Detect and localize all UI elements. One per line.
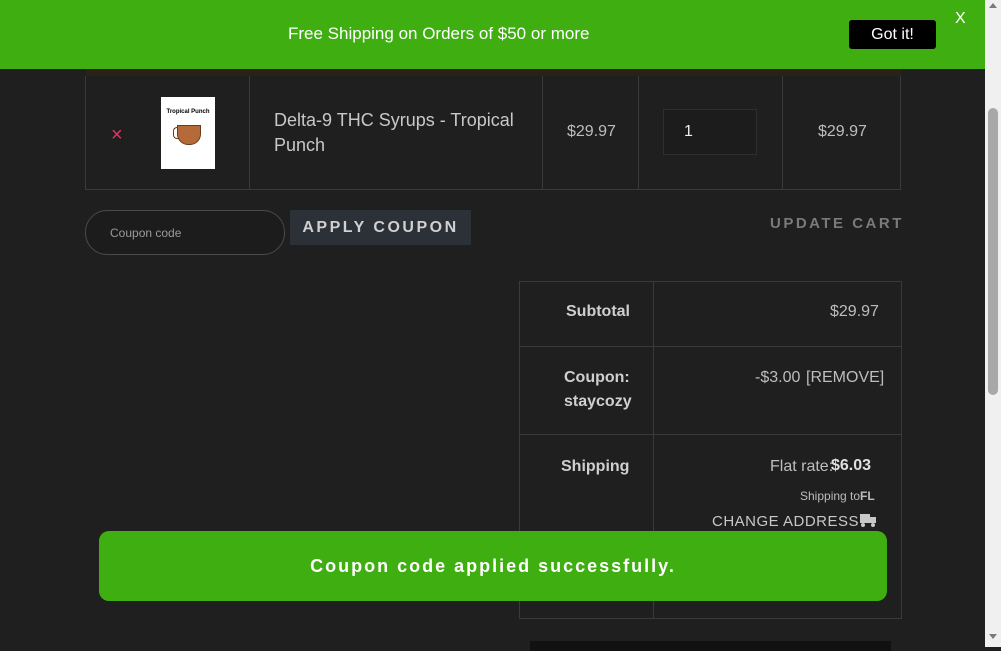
product-name-link[interactable]: Delta-9 THC Syrups - Tropical Punch bbox=[274, 108, 514, 158]
remove-coupon-link[interactable]: [REMOVE] bbox=[806, 369, 884, 387]
scrollbar-thumb[interactable] bbox=[988, 108, 998, 395]
got-it-button[interactable]: Got it! bbox=[849, 20, 936, 49]
punch-cup-icon bbox=[177, 125, 201, 145]
scroll-up-arrow-icon[interactable] bbox=[989, 3, 997, 8]
item-subtotal: $29.97 bbox=[818, 123, 867, 140]
coupon-success-toast: Coupon code applied successfully. bbox=[99, 531, 887, 601]
product-thumbnail[interactable]: Tropical Punch bbox=[161, 97, 215, 169]
item-price: $29.97 bbox=[567, 123, 616, 140]
toast-message: Coupon code applied successfully. bbox=[310, 555, 676, 576]
promo-banner-text: Free Shipping on Orders of $50 or more bbox=[288, 24, 590, 43]
shipping-to-prefix: Shipping to bbox=[800, 489, 861, 503]
shipping-rate-value: $6.03 bbox=[831, 457, 872, 474]
update-cart-button[interactable]: UPDATE CART bbox=[770, 215, 904, 232]
change-address-link[interactable]: CHANGE ADDRESS bbox=[712, 513, 859, 530]
shipping-to-state: FL bbox=[860, 489, 875, 503]
totals-row-divider bbox=[520, 346, 901, 347]
thumbnail-label: Tropical Punch bbox=[166, 109, 210, 115]
apply-coupon-button[interactable]: APPLY COUPON bbox=[290, 210, 471, 245]
banner-divider bbox=[86, 69, 901, 76]
remove-item-close-icon[interactable]: × bbox=[111, 124, 123, 147]
proceed-to-checkout-button[interactable] bbox=[530, 641, 891, 651]
coupon-label: Coupon: bbox=[564, 369, 630, 386]
totals-row-divider bbox=[520, 434, 901, 435]
shipping-rate-prefix: Flat rate: bbox=[770, 458, 834, 475]
truck-icon bbox=[860, 514, 876, 527]
coupon-code-name: staycozy bbox=[564, 393, 632, 410]
banner-close-button[interactable]: X bbox=[955, 10, 966, 28]
shipping-label: Shipping bbox=[561, 458, 630, 475]
quantity-input[interactable] bbox=[663, 109, 757, 155]
page-scrollbar[interactable] bbox=[985, 0, 1001, 647]
promo-banner: Free Shipping on Orders of $50 or more G… bbox=[0, 0, 985, 69]
coupon-code-input[interactable] bbox=[85, 210, 285, 255]
coupon-discount-value: -$3.00 bbox=[755, 369, 801, 386]
subtotal-label: Subtotal bbox=[566, 303, 630, 320]
scroll-down-arrow-icon[interactable] bbox=[989, 634, 997, 639]
subtotal-value: $29.97 bbox=[830, 303, 879, 320]
